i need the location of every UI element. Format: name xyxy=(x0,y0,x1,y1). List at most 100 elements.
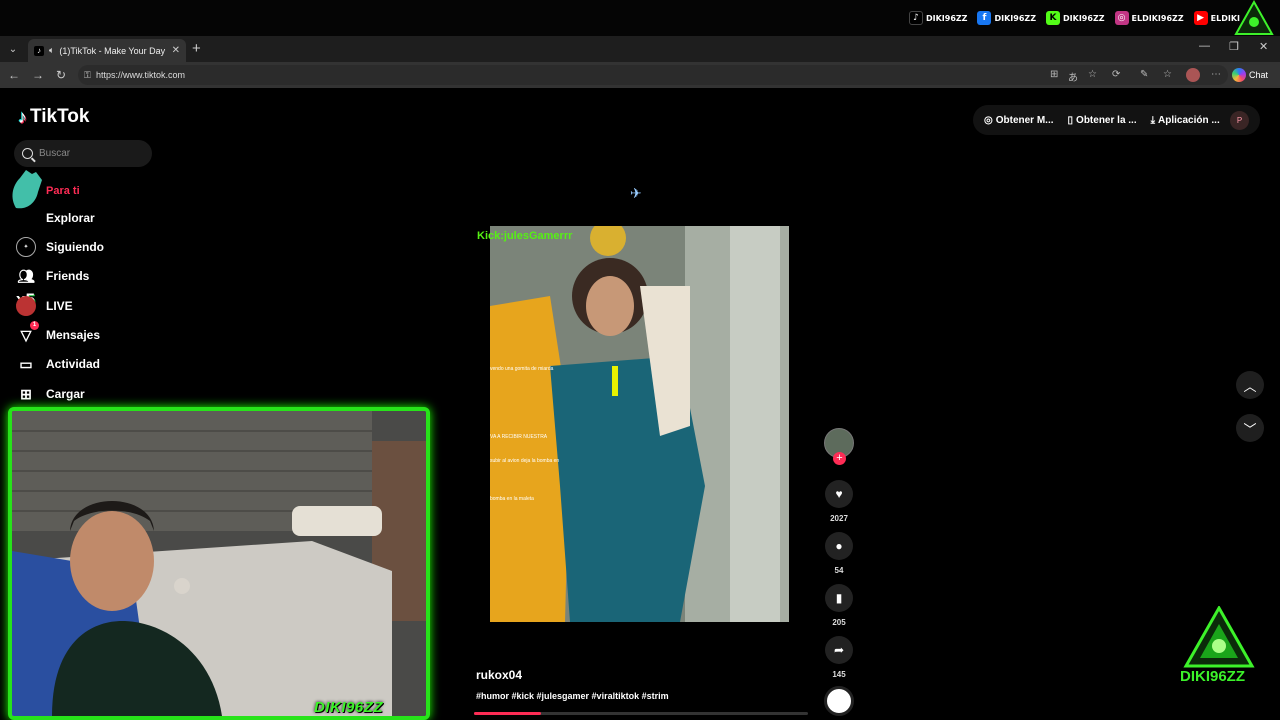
tiktok-favicon-icon: ♪ xyxy=(34,45,44,56)
header-action-label: Aplicación ... xyxy=(1158,114,1220,126)
webcam-feed xyxy=(12,411,426,716)
site-info-icon[interactable]: ⚿ xyxy=(84,65,91,85)
profile-avatar-icon[interactable] xyxy=(1186,68,1200,82)
copilot-icon xyxy=(1232,68,1246,82)
webcam-overlay xyxy=(8,407,430,720)
tab-close-icon[interactable]: ✕ xyxy=(172,45,180,56)
sidebar-item-mensajes[interactable]: ▽ 1 Mensajes xyxy=(16,321,100,345)
sidebar-item-siguiendo[interactable]: ✦ Siguiendo xyxy=(16,237,104,257)
more-menu-icon[interactable]: ⋯ xyxy=(1211,69,1221,80)
music-disc-icon[interactable] xyxy=(824,686,854,716)
translate-icon[interactable]: あ xyxy=(1068,69,1078,84)
tiktok-logo[interactable]: ♪ TikTok xyxy=(18,106,89,128)
follow-plus-icon[interactable]: + xyxy=(833,452,846,465)
sidebar-item-label: LIVE xyxy=(46,299,73,313)
sidebar-item-label: Friends xyxy=(46,269,90,283)
app-available-icon[interactable]: ⊞ xyxy=(1050,69,1058,80)
window-close-icon[interactable]: ✕ xyxy=(1259,40,1268,53)
download-icon: ⤓ xyxy=(1150,114,1156,126)
compass-icon xyxy=(16,208,36,228)
following-icon: ✦ xyxy=(16,237,36,257)
phone-icon: ▯ xyxy=(1067,114,1074,126)
youtube-icon: ▶ xyxy=(1193,11,1208,25)
sidebar-item-cargar[interactable]: ⊞ Cargar xyxy=(16,384,85,404)
sidebar-item-para-ti[interactable]: Para ti xyxy=(16,181,80,201)
tab-tiktok[interactable]: ♪ 🔈︎ (1)TikTok - Make Your Day ✕ xyxy=(28,39,186,62)
browser-address-bar: ← → ↻ ⚿ https://www.tiktok.com ⊞ あ ☆ ⟳ ✎… xyxy=(0,62,1280,88)
social-handle: DIKI96ZZ xyxy=(994,13,1037,23)
extensions-icon[interactable]: ⟳ xyxy=(1112,69,1120,80)
sidebar-item-explorar[interactable]: Explorar xyxy=(16,208,95,228)
user-avatar[interactable]: P xyxy=(1230,111,1249,130)
social-handle: DIKI96ZZ xyxy=(1063,13,1105,23)
favorites-icon[interactable]: ☆ xyxy=(1163,69,1172,80)
chat-label: Chat xyxy=(1249,70,1269,80)
save-count: 205 xyxy=(832,618,846,627)
favorite-star-icon[interactable]: ☆ xyxy=(1088,69,1097,80)
stream-overlay-bar: ♪ DIKI96ZZ f DIKI96ZZ K DIKI96ZZ ◎ ELDIKI96Z… xyxy=(0,0,1280,36)
sidebar-item-actividad[interactable]: ▭ Actividad xyxy=(16,354,100,374)
speaker-icon[interactable]: 🔈︎ xyxy=(49,45,54,56)
social-kick: K DIKI96ZZ xyxy=(1046,11,1105,25)
activity-icon: ▭ xyxy=(19,355,33,372)
streamer-logo-icon xyxy=(1234,0,1274,35)
url-text: https://www.tiktok.com xyxy=(96,70,186,80)
search-bar[interactable] xyxy=(14,140,152,167)
desktop-app-button[interactable]: ⤓ Aplicación ... xyxy=(1151,115,1220,126)
video-caption: vendo una gomita de miarda xyxy=(490,366,554,372)
social-handles: ♪ DIKI96ZZ f DIKI96ZZ K DIKI96ZZ ◎ ELDIKI96Z… xyxy=(908,11,1240,25)
forward-arrow-icon[interactable]: → xyxy=(32,68,44,82)
extension-puzzle-icon[interactable]: ✎ xyxy=(1140,69,1148,80)
kick-icon: K xyxy=(1046,11,1061,25)
back-arrow-icon[interactable]: ← xyxy=(8,68,20,82)
friends-icon: 👥︎ xyxy=(17,267,35,284)
social-handle: DIKI96ZZ xyxy=(925,13,968,23)
brand-name: DIKI96ZZ xyxy=(1180,668,1246,685)
video-player[interactable]: vendo una gomita de miarda VA A RECIBIR … xyxy=(490,226,789,622)
comment-icon[interactable]: ● xyxy=(825,532,853,560)
like-heart-icon[interactable]: ♥ xyxy=(825,480,853,508)
get-app-button[interactable]: ▯ Obtener la ... xyxy=(1068,115,1137,126)
header-action-label: Obtener M... xyxy=(995,114,1054,126)
share-arrow-icon[interactable]: ➦ xyxy=(825,636,853,664)
video-caption: bomba en la maleta xyxy=(490,496,534,502)
social-tiktok: ♪ DIKI96ZZ xyxy=(908,11,968,25)
notification-badge: 1 xyxy=(30,321,39,330)
sidebar-item-label: Explorar xyxy=(46,211,95,225)
header-actions: ◎ Obtener M... ▯ Obtener la ... ⤓ Aplicació… xyxy=(973,105,1260,135)
webcam-label: DIKI96ZZ xyxy=(314,699,384,716)
reload-icon[interactable]: ↻ xyxy=(56,68,66,82)
minimize-icon[interactable]: — xyxy=(1199,40,1210,52)
coin-icon: ◎ xyxy=(984,114,993,126)
video-progress-bar[interactable] xyxy=(474,712,808,715)
video-hashtags[interactable]: #humor #kick #julesgamer #viraltiktok #s… xyxy=(476,691,669,701)
next-video-chevron-down-icon[interactable]: ﹀ xyxy=(1236,414,1264,442)
share-count: 145 xyxy=(832,670,846,679)
tiktok-note-icon: ♪ xyxy=(18,106,27,127)
bookmark-icon[interactable]: ▮ xyxy=(825,584,853,612)
header-action-label: Obtener la ... xyxy=(1076,114,1137,126)
facebook-icon: f xyxy=(977,11,992,25)
restore-icon[interactable]: ❐ xyxy=(1229,40,1239,53)
tab-list-chevron-icon[interactable]: ⌄ xyxy=(4,40,22,58)
sidebar-item-live[interactable]: LIVE xyxy=(16,296,73,316)
copilot-chat-button[interactable]: Chat xyxy=(1232,66,1276,84)
live-icon xyxy=(16,296,36,316)
video-caption: VA A RECIBIR NUESTRA xyxy=(490,434,548,440)
new-tab-plus-icon[interactable]: + xyxy=(192,40,201,57)
kick-overlay-tag: Kick:julesGamerrr xyxy=(477,230,573,242)
search-icon xyxy=(22,148,33,159)
video-frame xyxy=(490,226,789,622)
instagram-icon: ◎ xyxy=(1114,11,1129,25)
social-facebook: f DIKI96ZZ xyxy=(977,11,1036,25)
tab-title: (1)TikTok - Make Your Day xyxy=(59,45,166,56)
sidebar-item-friends[interactable]: 👥︎ Friends xyxy=(16,266,89,286)
search-input[interactable] xyxy=(39,148,139,159)
get-coins-button[interactable]: ◎ Obtener M... xyxy=(984,115,1054,126)
messages-icon: ▽ 1 xyxy=(16,321,39,345)
home-icon xyxy=(16,181,36,201)
sidebar-item-label: Para ti xyxy=(46,185,80,197)
previous-video-chevron-up-icon[interactable]: ︿ xyxy=(1236,371,1264,399)
sidebar-item-label: Actividad xyxy=(46,357,101,371)
video-author[interactable]: rukox04 xyxy=(476,668,522,682)
